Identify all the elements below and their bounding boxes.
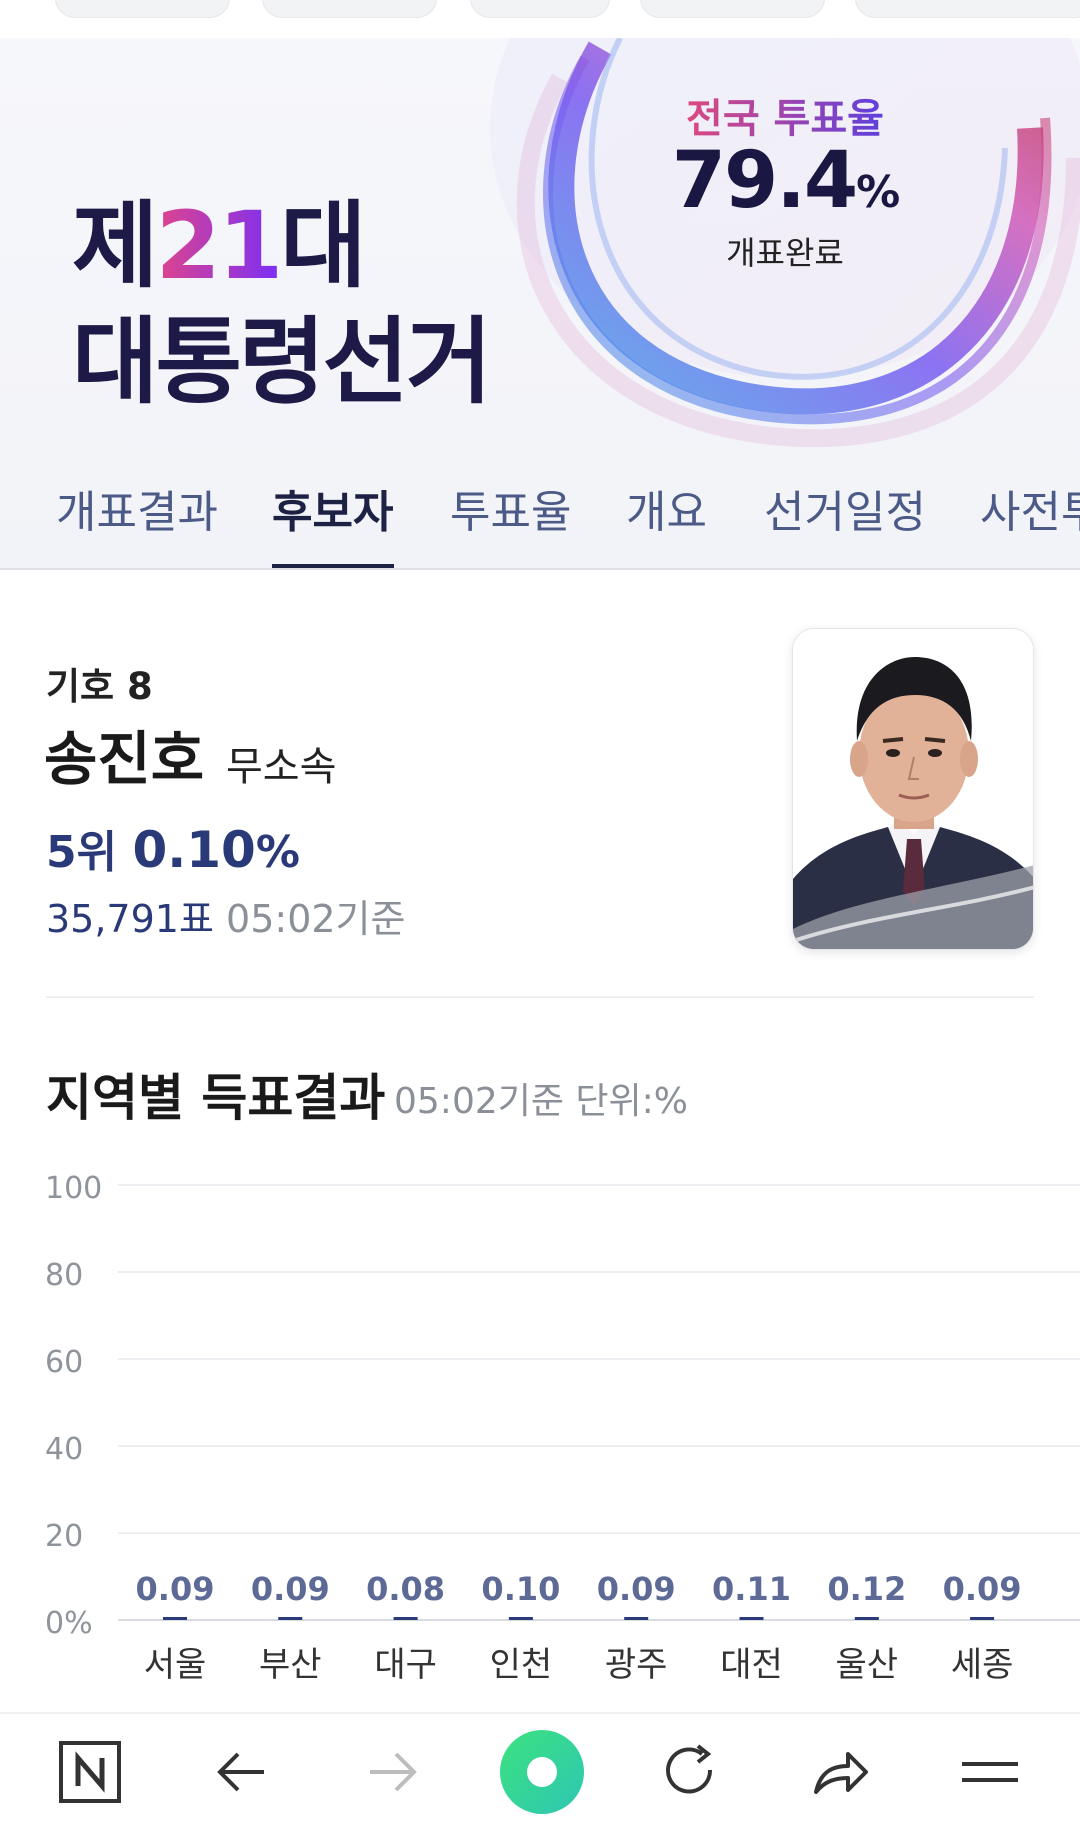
menu-icon[interactable] — [942, 1724, 1038, 1820]
top-chip-strip — [0, 0, 1080, 38]
regional-results-meta: 05:02기준 단위:% — [394, 1081, 689, 1122]
x-category-label: 울산 — [836, 1645, 899, 1685]
n-icon[interactable] — [42, 1724, 138, 1820]
tabs-divider — [0, 568, 1080, 570]
forward-arrow-icon[interactable] — [344, 1724, 440, 1820]
candidate-number: 기호 8 — [46, 665, 153, 708]
bottom-navigation-bar — [0, 1712, 1080, 1826]
share-icon[interactable] — [792, 1724, 888, 1820]
x-category-label: 광주 — [605, 1645, 668, 1685]
vote-share-unit: % — [255, 827, 300, 878]
x-category-label: 세종 — [951, 1645, 1014, 1685]
bar — [278, 1617, 303, 1620]
bar — [508, 1617, 533, 1620]
y-tick-label: 80 — [45, 1258, 83, 1293]
national-turnout-value: 79.4% — [671, 136, 901, 226]
vote-share: 0.10 — [132, 821, 256, 879]
chip[interactable] — [262, 0, 437, 18]
bar — [163, 1617, 187, 1620]
x-category-label: 부산 — [259, 1645, 322, 1685]
chip[interactable] — [640, 0, 825, 18]
candidate-name: 송진호 — [44, 725, 205, 793]
tab-results[interactable]: 개표결과 — [56, 476, 218, 540]
bar-value-label: 0.09 — [136, 1570, 215, 1608]
reload-icon[interactable] — [642, 1724, 738, 1820]
bar-value-label: 0.12 — [827, 1570, 906, 1608]
y-tick-label: 40 — [45, 1432, 83, 1467]
candidate-party: 무소속 — [226, 744, 337, 790]
chip[interactable] — [55, 0, 230, 18]
bar-value-label: 0.10 — [481, 1570, 560, 1608]
y-tick-label: 100 — [45, 1171, 102, 1206]
y-tick-label: 60 — [45, 1345, 83, 1380]
count-status: 개표완료 — [726, 234, 844, 272]
y-tick-label: 20 — [45, 1519, 83, 1554]
tab-candidates[interactable]: 후보자 — [272, 476, 393, 540]
back-arrow-icon[interactable] — [194, 1724, 290, 1820]
bar-value-label: 0.08 — [366, 1570, 445, 1608]
bar-value-label: 0.09 — [597, 1570, 676, 1608]
chip[interactable] — [470, 0, 610, 18]
regional-results-title: 지역별 득표결과 — [46, 1069, 386, 1127]
vote-count: 35,791표 — [46, 897, 214, 941]
bar — [393, 1617, 418, 1620]
chip[interactable] — [855, 0, 1080, 18]
portrait-image — [793, 629, 1033, 949]
bar-value-label: 0.09 — [943, 1570, 1022, 1608]
election-tabs: 개표결과 후보자 투표율 개요 선거일정 사전투 — [0, 440, 1080, 569]
tab-overview[interactable]: 개요 — [626, 476, 707, 540]
bar — [854, 1617, 879, 1620]
tab-early-voting[interactable]: 사전투 — [980, 476, 1080, 540]
candidate-votes: 35,791표 05:02기준 — [46, 888, 405, 943]
x-category-label: 대구 — [374, 1645, 437, 1685]
tab-turnout[interactable]: 투표율 — [450, 476, 571, 540]
candidate-rank: 5위 0.10% — [46, 816, 300, 880]
bar-value-label: 0.09 — [251, 1570, 330, 1608]
x-category-label: 인천 — [490, 1645, 553, 1685]
regional-bar-chart: 100 80 60 40 20 0% 0.09 서울 0.09 부산 0.08 대구 0.10 인천 0.0… — [45, 1171, 1080, 1685]
y-tick-label: 0% — [45, 1606, 93, 1641]
home-circle-icon[interactable] — [494, 1724, 590, 1820]
section-divider — [46, 996, 1034, 998]
bar — [739, 1617, 764, 1620]
bar-value-label: 0.11 — [712, 1570, 791, 1608]
bar — [624, 1617, 649, 1620]
as-of-time: 05:02기준 — [226, 897, 406, 941]
x-category-label: 대전 — [720, 1645, 783, 1685]
rank-label: 5위 — [46, 827, 118, 878]
candidate-photo[interactable] — [792, 628, 1034, 950]
tab-schedule[interactable]: 선거일정 — [764, 476, 926, 540]
election-title-line2: 대통령선거 — [72, 308, 492, 417]
bar — [970, 1617, 995, 1620]
x-category-label: 서울 — [144, 1645, 207, 1685]
